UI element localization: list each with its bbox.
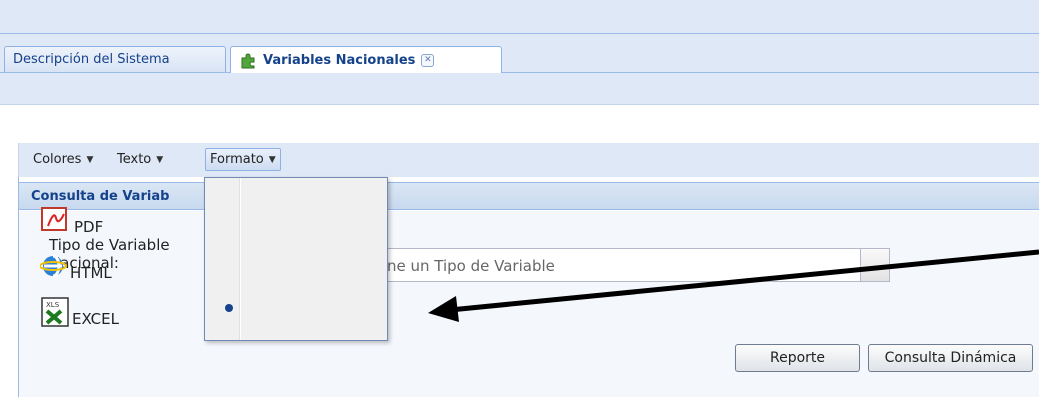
annotation-arrow xyxy=(428,249,1039,322)
